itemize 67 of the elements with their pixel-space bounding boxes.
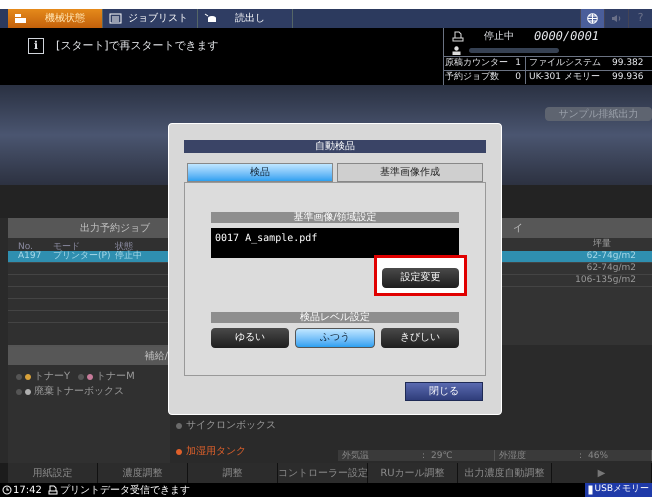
close-button[interactable]: 閉じる <box>405 382 483 401</box>
column-header: モード <box>53 241 81 251</box>
status-message: プリントデータ受信できます <box>60 484 190 497</box>
change-settings-button[interactable]: 設定変更 <box>382 268 459 288</box>
supply-label: サイクロンボックス <box>186 419 276 433</box>
panel-title: 出力予約ジョブ <box>8 218 170 238</box>
column-header: No. <box>17 241 33 251</box>
env-value: 29℃ <box>431 450 453 461</box>
sample-output-button[interactable]: サンプル排紙出力 <box>545 107 652 121</box>
supply-label: トナーM <box>96 370 135 384</box>
level-button[interactable]: ゆるい <box>211 328 289 348</box>
supply-label: 廃棄トナーボックス <box>34 384 124 399</box>
counter-label: 予約ジョブ数 <box>444 70 500 84</box>
printer-icon <box>48 485 58 495</box>
dialog-title: 自動検品 <box>184 140 486 153</box>
function-button[interactable]: RUカール調整 <box>368 463 458 483</box>
help-button[interactable]: ? <box>628 9 652 28</box>
function-button[interactable]: 出力濃度自動調整 <box>458 463 552 483</box>
file-field: 0017 A_sample.pdf <box>211 228 459 258</box>
usb-label: USBメモリー <box>594 483 649 496</box>
job-counter: 0000/0001 <box>534 28 600 45</box>
counter-value: 1 <box>512 56 526 70</box>
panel-title: 補給/ <box>8 347 170 365</box>
printer-icon <box>452 30 464 42</box>
section-header: 基準画像/領域設定 <box>211 212 459 223</box>
counter-value: 0 <box>512 70 526 84</box>
function-button[interactable]: 用紙設定 <box>8 463 98 483</box>
speaker-icon <box>611 14 622 23</box>
supply-label: 加湿用タンク <box>186 444 246 459</box>
function-button[interactable]: コントローラー設定 <box>278 463 368 483</box>
section-header: 検品レベル設定 <box>211 312 459 322</box>
top-tab[interactable]: 読出し <box>198 9 293 28</box>
usb-icon <box>588 485 593 495</box>
user-icon <box>452 46 461 54</box>
function-button[interactable]: 調整 <box>188 463 278 483</box>
env-value: 46% <box>588 450 608 461</box>
level-button[interactable]: きびしい <box>381 328 459 348</box>
function-button[interactable]: 濃度調整 <box>98 463 188 483</box>
top-tab[interactable]: 機械状態 <box>8 9 103 28</box>
database-icon <box>204 13 217 24</box>
separator: : <box>579 450 582 461</box>
dialog-tab[interactable]: 検品 <box>187 163 333 182</box>
language-button[interactable] <box>580 9 604 28</box>
env-label: 外気温 <box>342 450 370 461</box>
machine-icon <box>14 13 27 24</box>
env-label: 外湿度 <box>499 450 527 461</box>
counter-label: UK-301 メモリー <box>528 70 601 84</box>
supply-label: トナーY <box>34 370 70 384</box>
machine-state: 停止中 <box>484 30 514 44</box>
separator: : <box>422 450 426 461</box>
column-header: 坪量 <box>593 238 612 250</box>
clock-icon <box>2 485 12 495</box>
info-icon: i <box>28 38 44 54</box>
status-message: [スタート]で再スタートできます <box>56 38 219 54</box>
counter-label: ファイルシステム <box>528 56 602 70</box>
counter-value: 99.936 <box>612 70 644 84</box>
top-tab[interactable]: ジョブリスト <box>103 9 198 28</box>
globe-icon <box>587 13 598 24</box>
counter-label: 原稿カウンター <box>444 56 509 70</box>
column-header: 状態 <box>115 241 133 251</box>
counter-value: 99.382 <box>612 56 644 70</box>
level-button[interactable]: ふつう <box>295 328 375 348</box>
dialog-tab[interactable]: 基準画像作成 <box>337 163 483 182</box>
job-row[interactable]: A197 プリンター(P) 停止中 <box>8 251 170 263</box>
list-icon <box>109 13 122 24</box>
clock-time: 17:42 <box>13 484 42 497</box>
function-button[interactable]: ▶ <box>552 463 652 483</box>
